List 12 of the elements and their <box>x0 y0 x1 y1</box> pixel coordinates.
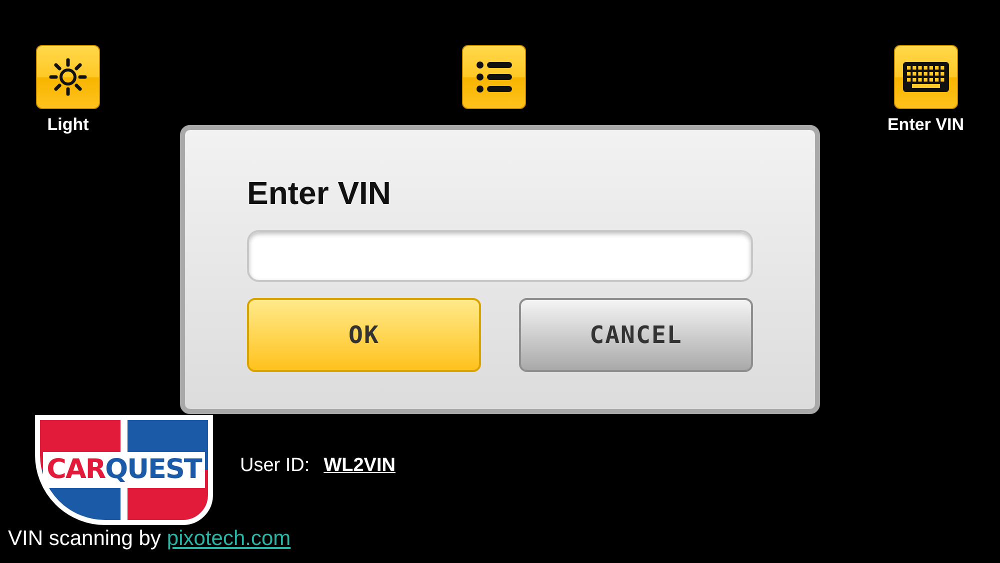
list-icon <box>476 61 512 93</box>
keyboard-icon <box>902 62 949 92</box>
user-id-value: WL2VIN <box>324 455 396 477</box>
vin-input-field[interactable] <box>247 230 753 282</box>
logo-text: CARQUEST <box>42 452 206 488</box>
user-id-label: User ID: <box>240 455 310 477</box>
website-link[interactable]: pixotech.com <box>166 527 291 551</box>
dialog-title: Enter VIN <box>247 175 392 212</box>
sun-icon <box>49 58 87 96</box>
cancel-button[interactable]: CANCEL <box>519 298 753 372</box>
credit-text: VIN scanning by <box>8 527 161 551</box>
ok-button[interactable]: OK <box>247 298 481 372</box>
